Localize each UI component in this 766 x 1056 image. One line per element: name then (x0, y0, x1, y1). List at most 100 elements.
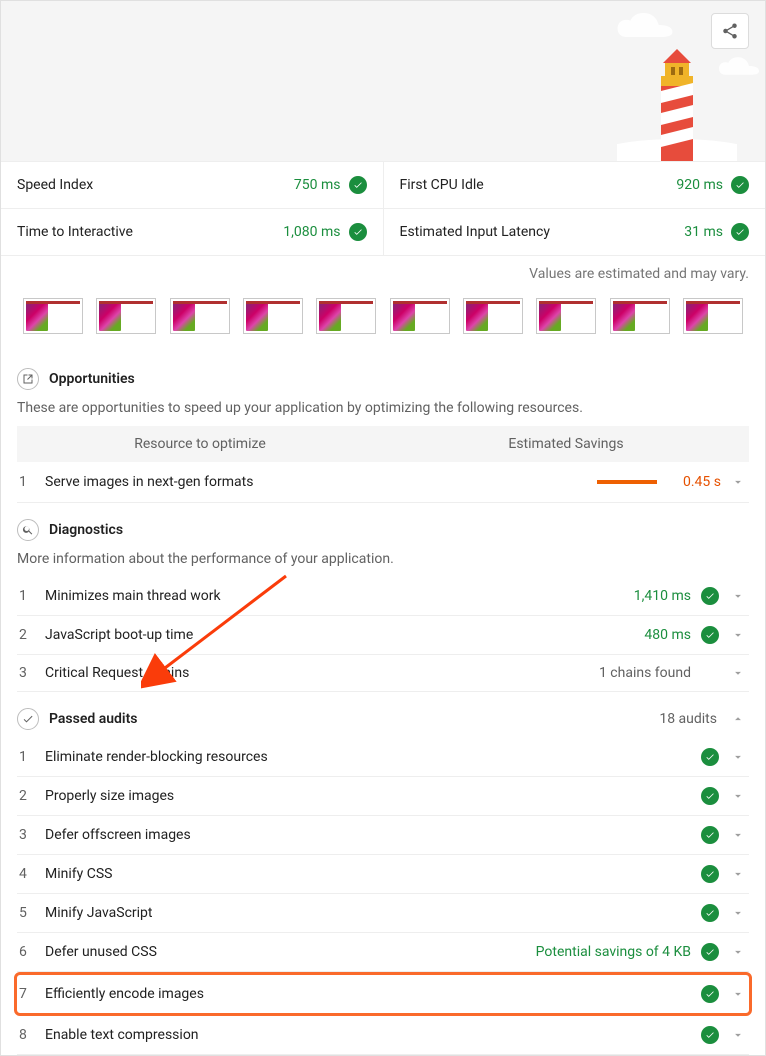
passed-audit-row[interactable]: 8Enable text compression (17, 1016, 749, 1055)
passed-audit-row[interactable]: 2Properly size images (17, 777, 749, 816)
metric-name: Time to Interactive (17, 224, 133, 240)
diagnostics-icon (17, 519, 39, 541)
diagnostic-row[interactable]: 2JavaScript boot-up time480 ms (17, 616, 749, 655)
filmstrip-frame (463, 298, 523, 334)
opportunities-icon (17, 368, 39, 390)
pass-icon (731, 223, 749, 241)
passed-audit-row[interactable]: 7Efficiently encode images (14, 972, 752, 1016)
diagnostics-desc: More information about the performance o… (17, 549, 749, 577)
pass-icon (701, 865, 719, 883)
pass-icon (349, 176, 367, 194)
opportunities-section: Opportunities These are opportunities to… (1, 360, 765, 503)
row-number: 1 (17, 749, 45, 765)
diagnostics-title: Diagnostics (49, 522, 123, 538)
report-header (1, 1, 765, 161)
diagnostic-row[interactable]: 1Minimizes main thread work1,410 ms (17, 577, 749, 616)
metric-value: 1,080 ms (283, 223, 366, 241)
filmstrip-frame (610, 298, 670, 334)
chevron-down-icon[interactable] (727, 750, 749, 764)
filmstrip-frame (683, 298, 743, 334)
diagnostics-section: Diagnostics More information about the p… (1, 511, 765, 692)
savings-value: 0.45 s (657, 474, 727, 490)
passed-audit-row[interactable]: 3Defer offscreen images (17, 816, 749, 855)
audit-name: Minify CSS (45, 866, 701, 882)
passed-audit-row[interactable]: 4Minify CSS (17, 855, 749, 894)
chevron-down-icon[interactable] (727, 1028, 749, 1042)
metric-row: Speed Index 750 ms (1, 161, 383, 208)
filmstrip (1, 286, 765, 352)
passed-audits-section: Passed audits 18 audits 1Eliminate rende… (1, 700, 765, 1055)
metrics-grid: Speed Index 750 ms Time to Interactive 1,0… (1, 161, 765, 256)
passed-audits-toggle[interactable]: Passed audits 18 audits (17, 700, 749, 738)
filmstrip-frame (316, 298, 376, 334)
audit-name: Defer offscreen images (45, 827, 701, 843)
opportunities-table-header: Resource to optimize Estimated Savings (17, 426, 749, 462)
pass-icon (701, 587, 719, 605)
pass-icon (701, 826, 719, 844)
passed-audit-row[interactable]: 1Eliminate render-blocking resources (17, 738, 749, 777)
metric-value: 920 ms (676, 176, 749, 194)
metric-name: First CPU Idle (400, 177, 484, 193)
chevron-down-icon[interactable] (727, 828, 749, 842)
chevron-down-icon[interactable] (727, 589, 749, 603)
row-number: 8 (17, 1027, 45, 1043)
pass-icon (701, 943, 719, 961)
filmstrip-frame (170, 298, 230, 334)
diagnostic-value: 1 chains found (599, 665, 701, 681)
check-icon (17, 708, 39, 730)
diagnostic-value: 480 ms (644, 627, 701, 643)
audit-name: Minify JavaScript (45, 905, 701, 921)
diagnostic-value: 1,410 ms (634, 588, 701, 604)
pass-icon (701, 787, 719, 805)
chevron-down-icon[interactable] (727, 945, 749, 959)
chevron-down-icon[interactable] (727, 628, 749, 642)
share-icon (721, 22, 739, 40)
lighthouse-illustration (617, 41, 737, 161)
passed-audit-row[interactable]: 5Minify JavaScript (17, 894, 749, 933)
passed-audit-row[interactable]: 6Defer unused CSSPotential savings of 4 … (17, 933, 749, 972)
estimate-note: Values are estimated and may vary. (1, 256, 765, 286)
pass-icon (349, 223, 367, 241)
row-number: 1 (17, 474, 45, 490)
filmstrip-frame (23, 298, 83, 334)
row-number: 2 (17, 788, 45, 804)
audit-name: Properly size images (45, 788, 701, 804)
row-number: 3 (17, 665, 45, 681)
passed-audits-title: Passed audits (49, 711, 137, 727)
pass-icon (701, 1026, 719, 1044)
row-number: 5 (17, 905, 45, 921)
row-number: 4 (17, 866, 45, 882)
filmstrip-frame (96, 298, 156, 334)
opportunity-row[interactable]: 1Serve images in next-gen formats0.45 s (17, 462, 749, 503)
metric-value: 31 ms (684, 223, 749, 241)
audit-name: Defer unused CSS (45, 944, 536, 960)
chevron-down-icon[interactable] (727, 987, 749, 1001)
chevron-down-icon[interactable] (727, 906, 749, 920)
pass-icon (701, 985, 719, 1003)
metric-value: 750 ms (294, 176, 367, 194)
pass-icon (701, 904, 719, 922)
row-number: 6 (17, 944, 45, 960)
pass-icon (731, 176, 749, 194)
opportunities-desc: These are opportunities to speed up your… (17, 398, 749, 426)
metric-row: Estimated Input Latency 31 ms (384, 208, 766, 255)
col-savings: Estimated Savings (383, 426, 749, 462)
row-number: 1 (17, 588, 45, 604)
row-number: 3 (17, 827, 45, 843)
diagnostic-row[interactable]: 3Critical Request Chains1 chains found (17, 655, 749, 692)
pass-icon (701, 748, 719, 766)
passed-audits-count: 18 audits (659, 711, 717, 727)
chevron-down-icon[interactable] (727, 789, 749, 803)
diagnostic-name: Minimizes main thread work (45, 588, 634, 604)
metric-name: Estimated Input Latency (400, 224, 550, 240)
audit-name: Eliminate render-blocking resources (45, 749, 701, 765)
chevron-down-icon[interactable] (727, 867, 749, 881)
row-number: 2 (17, 627, 45, 643)
metric-row: Time to Interactive 1,080 ms (1, 208, 383, 255)
chevron-up-icon (727, 712, 749, 726)
audit-name: Efficiently encode images (45, 986, 701, 1002)
chevron-down-icon[interactable] (727, 475, 749, 489)
chevron-down-icon[interactable] (727, 666, 749, 680)
metric-name: Speed Index (17, 177, 93, 193)
audit-name: Enable text compression (45, 1027, 701, 1043)
